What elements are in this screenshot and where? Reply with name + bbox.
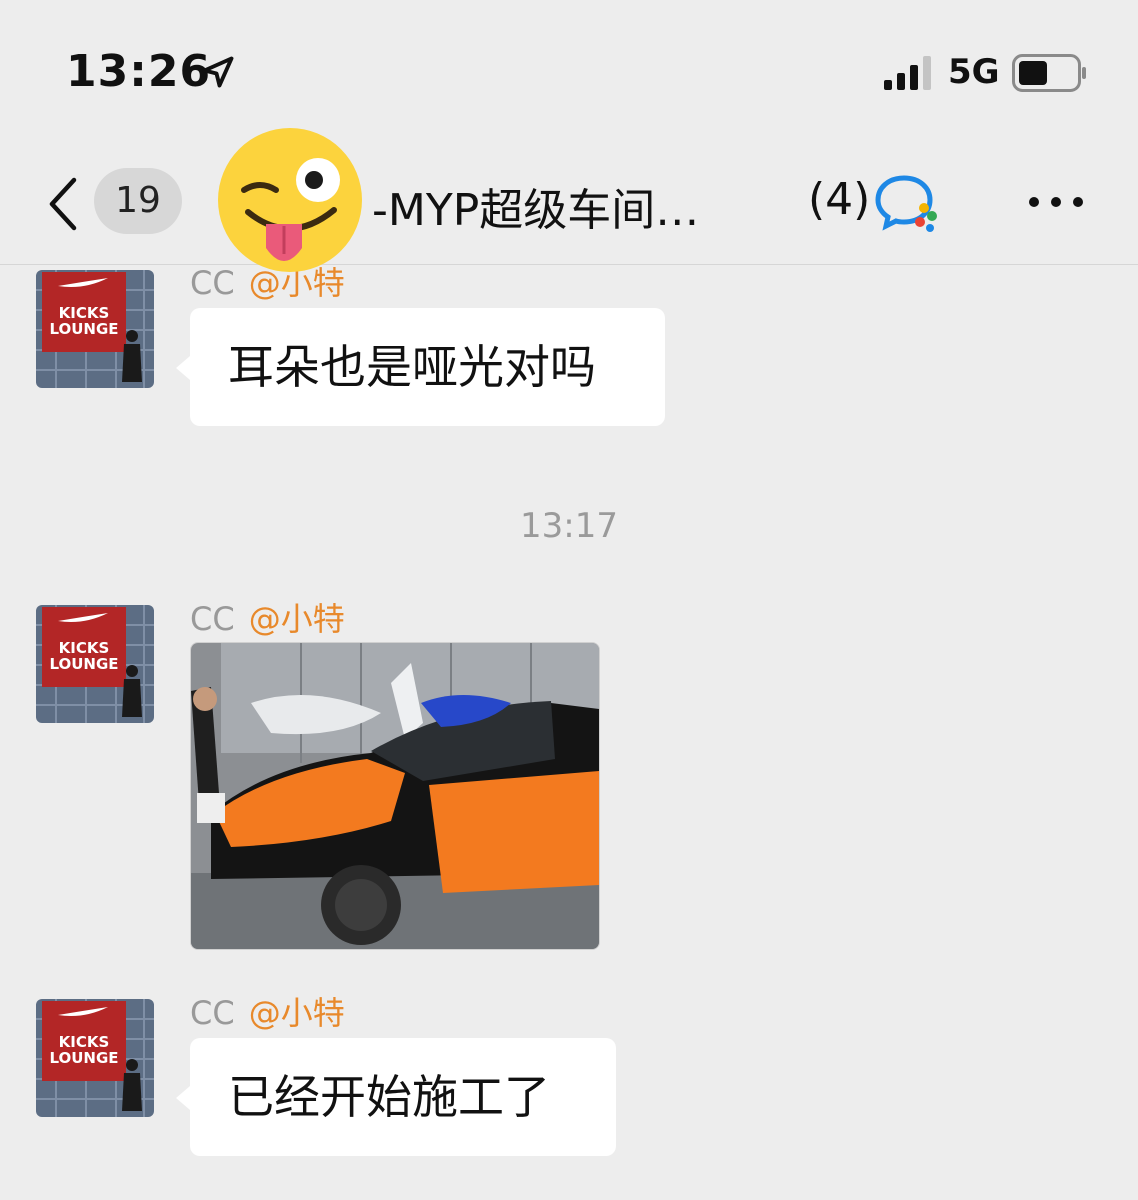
car-wrap-photo[interactable] xyxy=(190,642,600,950)
sender-label: CC xyxy=(190,994,235,1032)
wecom-icon xyxy=(875,175,937,232)
status-bar: 13:26 5G xyxy=(0,0,1138,140)
sender-name: CC @小特 xyxy=(190,988,345,1034)
sender-avatar[interactable]: KICKS LOUNGE xyxy=(36,270,154,388)
chat-title[interactable]: -MYP超级车间… xyxy=(372,174,699,238)
sender-name: CC @小特 xyxy=(190,594,345,640)
sender-avatar[interactable]: KICKS LOUNGE xyxy=(36,605,154,723)
winking-tongue-emoji xyxy=(218,128,362,272)
message-bubble[interactable]: 已经开始施工了 xyxy=(176,1038,616,1156)
mention-tag[interactable]: @小特 xyxy=(249,600,345,638)
unread-count-badge[interactable]: 19 xyxy=(94,168,182,234)
chat-timestamp: 13:17 xyxy=(520,506,618,546)
avatar-logo-line2: LOUNGE xyxy=(49,1049,118,1067)
signal-bars-icon xyxy=(884,56,931,90)
avatar-logo-line2: LOUNGE xyxy=(49,320,118,338)
sender-avatar[interactable]: KICKS LOUNGE xyxy=(36,999,154,1117)
network-type: 5G xyxy=(948,52,1000,92)
more-dots-icon[interactable] xyxy=(1026,192,1086,212)
avatar-logo-line2: LOUNGE xyxy=(49,655,118,673)
status-time: 13:26 xyxy=(66,46,212,97)
chat-header: 19 -MYP超级车间… (4) xyxy=(0,140,1138,265)
sender-label: CC xyxy=(190,600,235,638)
back-chevron-icon[interactable] xyxy=(44,176,80,232)
mention-tag[interactable]: @小特 xyxy=(249,994,345,1032)
message-bubble[interactable]: 耳朵也是哑光对吗 xyxy=(176,308,665,426)
member-count: (4) xyxy=(808,174,871,225)
location-arrow-icon xyxy=(202,56,234,88)
battery-icon xyxy=(1012,54,1086,92)
